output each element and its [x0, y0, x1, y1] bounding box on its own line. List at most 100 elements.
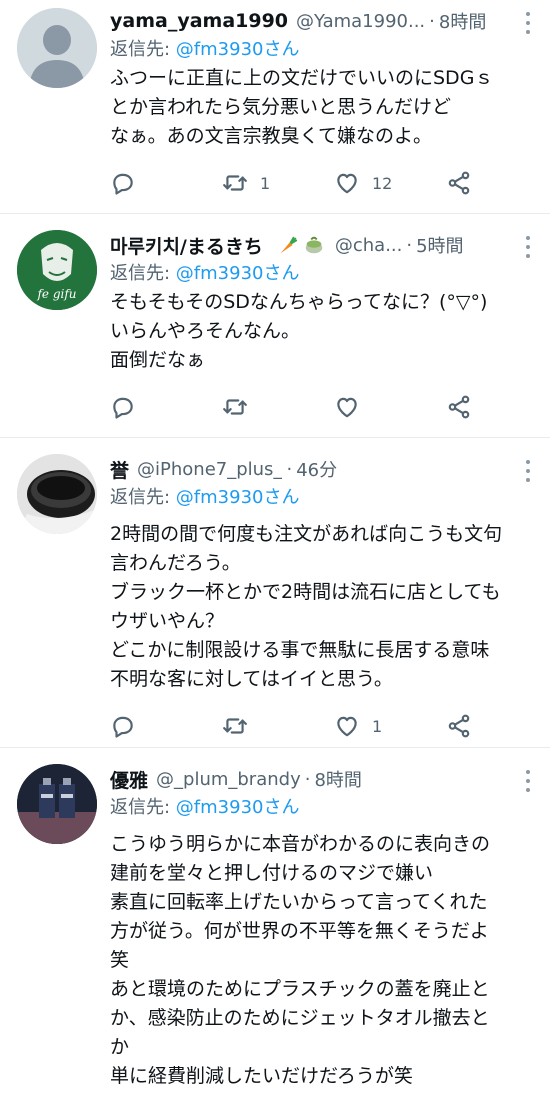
tweet-line: そもそもそのSDなんちゃらってなに？(°▽°): [110, 291, 488, 313]
tweet-text: 2時間の間で何度も注文があれば向こうも文句 言わんだろう。 ブラック一杯とかで2…: [110, 520, 530, 694]
display-name[interactable]: 마루키치/まるきち: [110, 232, 263, 259]
display-name[interactable]: 優雅: [110, 766, 148, 793]
tweet-header: yama_yama1990 @Yama1990... · 8時間: [110, 6, 530, 36]
tweet-line: 2時間の間で何度も注文があれば向こうも文句: [110, 523, 503, 545]
reply-feed: yama_yama1990 @Yama1990... · 8時間 返信先: @f…: [0, 0, 550, 1095]
heart-icon: [337, 397, 357, 418]
tweet-line: 笑: [110, 949, 130, 971]
tweet-line: とか言われたら気分悪いと思うんだけど: [110, 96, 452, 118]
share-icon: [448, 395, 470, 419]
reply-to-line: 返信先: @fm3930さん: [110, 794, 530, 822]
retweet-count: 1: [260, 173, 271, 193]
tweet-text: ふつーに正直に上の文だけでいいのにSDGｓ とか言われたら気分悪いと思うんだけど…: [110, 64, 530, 151]
tweet-line: あと環境のためにプラスチックの蓋を廃止と: [110, 978, 490, 1000]
reply-mention[interactable]: @fm3930さん: [176, 263, 300, 284]
tweet-line: か: [110, 1036, 130, 1058]
more-options-icon[interactable]: [520, 12, 536, 34]
reply-icon: [113, 716, 133, 738]
retweet-icon: [223, 175, 247, 191]
like-button[interactable]: 12: [334, 170, 446, 196]
like-button[interactable]: 1: [334, 713, 446, 739]
avatar[interactable]: [17, 454, 97, 534]
more-options-icon[interactable]: [520, 770, 536, 792]
reply-mention[interactable]: @fm3930さん: [176, 797, 300, 818]
share-icon: [448, 171, 470, 195]
tweet-line: ブラック一杯とかで2時間は流石に店としても: [110, 581, 501, 603]
reply-to-line: 返信先: @fm3930さん: [110, 484, 530, 512]
tweet-line: 素直に回転率上げたいからって言ってくれた: [110, 891, 488, 913]
svg-text:fe gifu: fe gifu: [36, 287, 76, 301]
share-button[interactable]: [446, 394, 472, 420]
tweet[interactable]: 優雅 @_plum_brandy · 8時間 返信先: @fm3930さん こう…: [0, 748, 550, 1095]
mask-avatar-icon: fe gifu: [17, 230, 97, 310]
timestamp[interactable]: 8時間: [314, 766, 361, 792]
display-name[interactable]: 誉: [110, 456, 129, 483]
separator-dot: ·: [429, 10, 435, 32]
avatar[interactable]: fe gifu: [17, 230, 97, 310]
like-count: 12: [372, 173, 393, 193]
tweet-text: こうゆう明らかに本音がわかるのに表向きの 建前を堂々と押し付けるのマジで嫌い 素…: [110, 830, 530, 1091]
tweet-header: 優雅 @_plum_brandy · 8時間: [110, 764, 530, 794]
action-bar: 1 12: [110, 161, 530, 205]
retweet-button[interactable]: [222, 394, 334, 420]
reply-prefix: 返信先:: [110, 263, 176, 284]
retweet-button[interactable]: [222, 713, 334, 739]
tweet-line: なぁ。あの文言宗教臭くて嫌なのよ。: [110, 125, 433, 147]
tweet[interactable]: yama_yama1990 @Yama1990... · 8時間 返信先: @f…: [0, 0, 550, 214]
reply-button[interactable]: [110, 170, 222, 196]
tweet-header: 誉 @iPhone7_plus_ · 46分: [110, 454, 530, 484]
reply-prefix: 返信先:: [110, 487, 176, 508]
avatar[interactable]: [17, 764, 97, 844]
more-options-icon[interactable]: [520, 236, 536, 258]
separator-dot: ·: [406, 234, 413, 256]
reply-icon: [113, 397, 133, 419]
reply-icon: [113, 173, 133, 195]
reply-to-line: 返信先: @fm3930さん: [110, 260, 530, 288]
share-icon: [448, 714, 470, 738]
avatar[interactable]: [17, 8, 97, 88]
default-person-icon: [17, 8, 97, 88]
reply-prefix: 返信先:: [110, 797, 176, 818]
tweet-line: いらんやろそんなん。: [110, 320, 301, 342]
timestamp[interactable]: 8時間: [439, 8, 486, 34]
action-bar: [110, 385, 530, 429]
like-button[interactable]: [334, 394, 446, 420]
cup-avatar-icon: [17, 454, 97, 534]
user-handle[interactable]: @cha...: [335, 235, 403, 256]
tweet-line: ウザいやん？: [110, 610, 225, 632]
share-button[interactable]: [446, 170, 472, 196]
retweet-button[interactable]: 1: [222, 170, 334, 196]
user-handle[interactable]: @Yama1990...: [296, 11, 425, 32]
display-name[interactable]: yama_yama1990: [110, 10, 288, 32]
share-button[interactable]: [446, 713, 472, 739]
timestamp[interactable]: 46分: [296, 456, 337, 482]
reply-button[interactable]: [110, 394, 222, 420]
bottles-avatar-icon: [17, 764, 97, 844]
user-handle[interactable]: @_plum_brandy: [156, 769, 301, 790]
reply-mention[interactable]: @fm3930さん: [176, 487, 300, 508]
tweet-line: 建前を堂々と押し付けるのマジで嫌い: [110, 862, 434, 884]
like-count: 1: [372, 716, 383, 736]
timestamp[interactable]: 5時間: [416, 232, 463, 258]
reply-to-line: 返信先: @fm3930さん: [110, 36, 530, 64]
tweet-line: 単に経費削減したいだけだろうが笑: [110, 1065, 413, 1087]
tweet[interactable]: 誉 @iPhone7_plus_ · 46分 返信先: @fm3930さん 2時…: [0, 438, 550, 748]
heart-icon: [337, 173, 357, 194]
tweet-header: 마루키치/まるきち @cha... · 5時間: [110, 230, 530, 260]
reply-mention[interactable]: @fm3930さん: [176, 39, 300, 60]
retweet-icon: [223, 718, 247, 734]
tweet-line: こうゆう明らかに本音がわかるのに表向きの: [110, 833, 491, 855]
carrot-icon: [280, 236, 298, 254]
action-bar: 1: [110, 704, 530, 748]
reply-button[interactable]: [110, 713, 222, 739]
tweet-text: そもそもそのSDなんちゃらってなに？(°▽°) いらんやろそんなん。 面倒だなぁ: [110, 288, 530, 375]
user-handle[interactable]: @iPhone7_plus_: [137, 459, 282, 480]
tweet-line: どこかに制限設ける事で無駄に長居する意味: [110, 639, 490, 661]
tweet[interactable]: fe gifu 마루키치/まるきち @cha... · 5時間 返信先: @fm…: [0, 214, 550, 438]
tweet-line: 面倒だなぁ: [110, 349, 206, 371]
tweet-line: 不明な客に対してはイイと思う。: [110, 668, 393, 690]
tweet-line: 方が従う。何が世界の不平等を無くそうだよ: [110, 920, 489, 942]
more-options-icon[interactable]: [520, 460, 536, 482]
reply-prefix: 返信先:: [110, 39, 176, 60]
tweet-line: か、感染防止のためにジェットタオル撤去と: [110, 1007, 490, 1029]
